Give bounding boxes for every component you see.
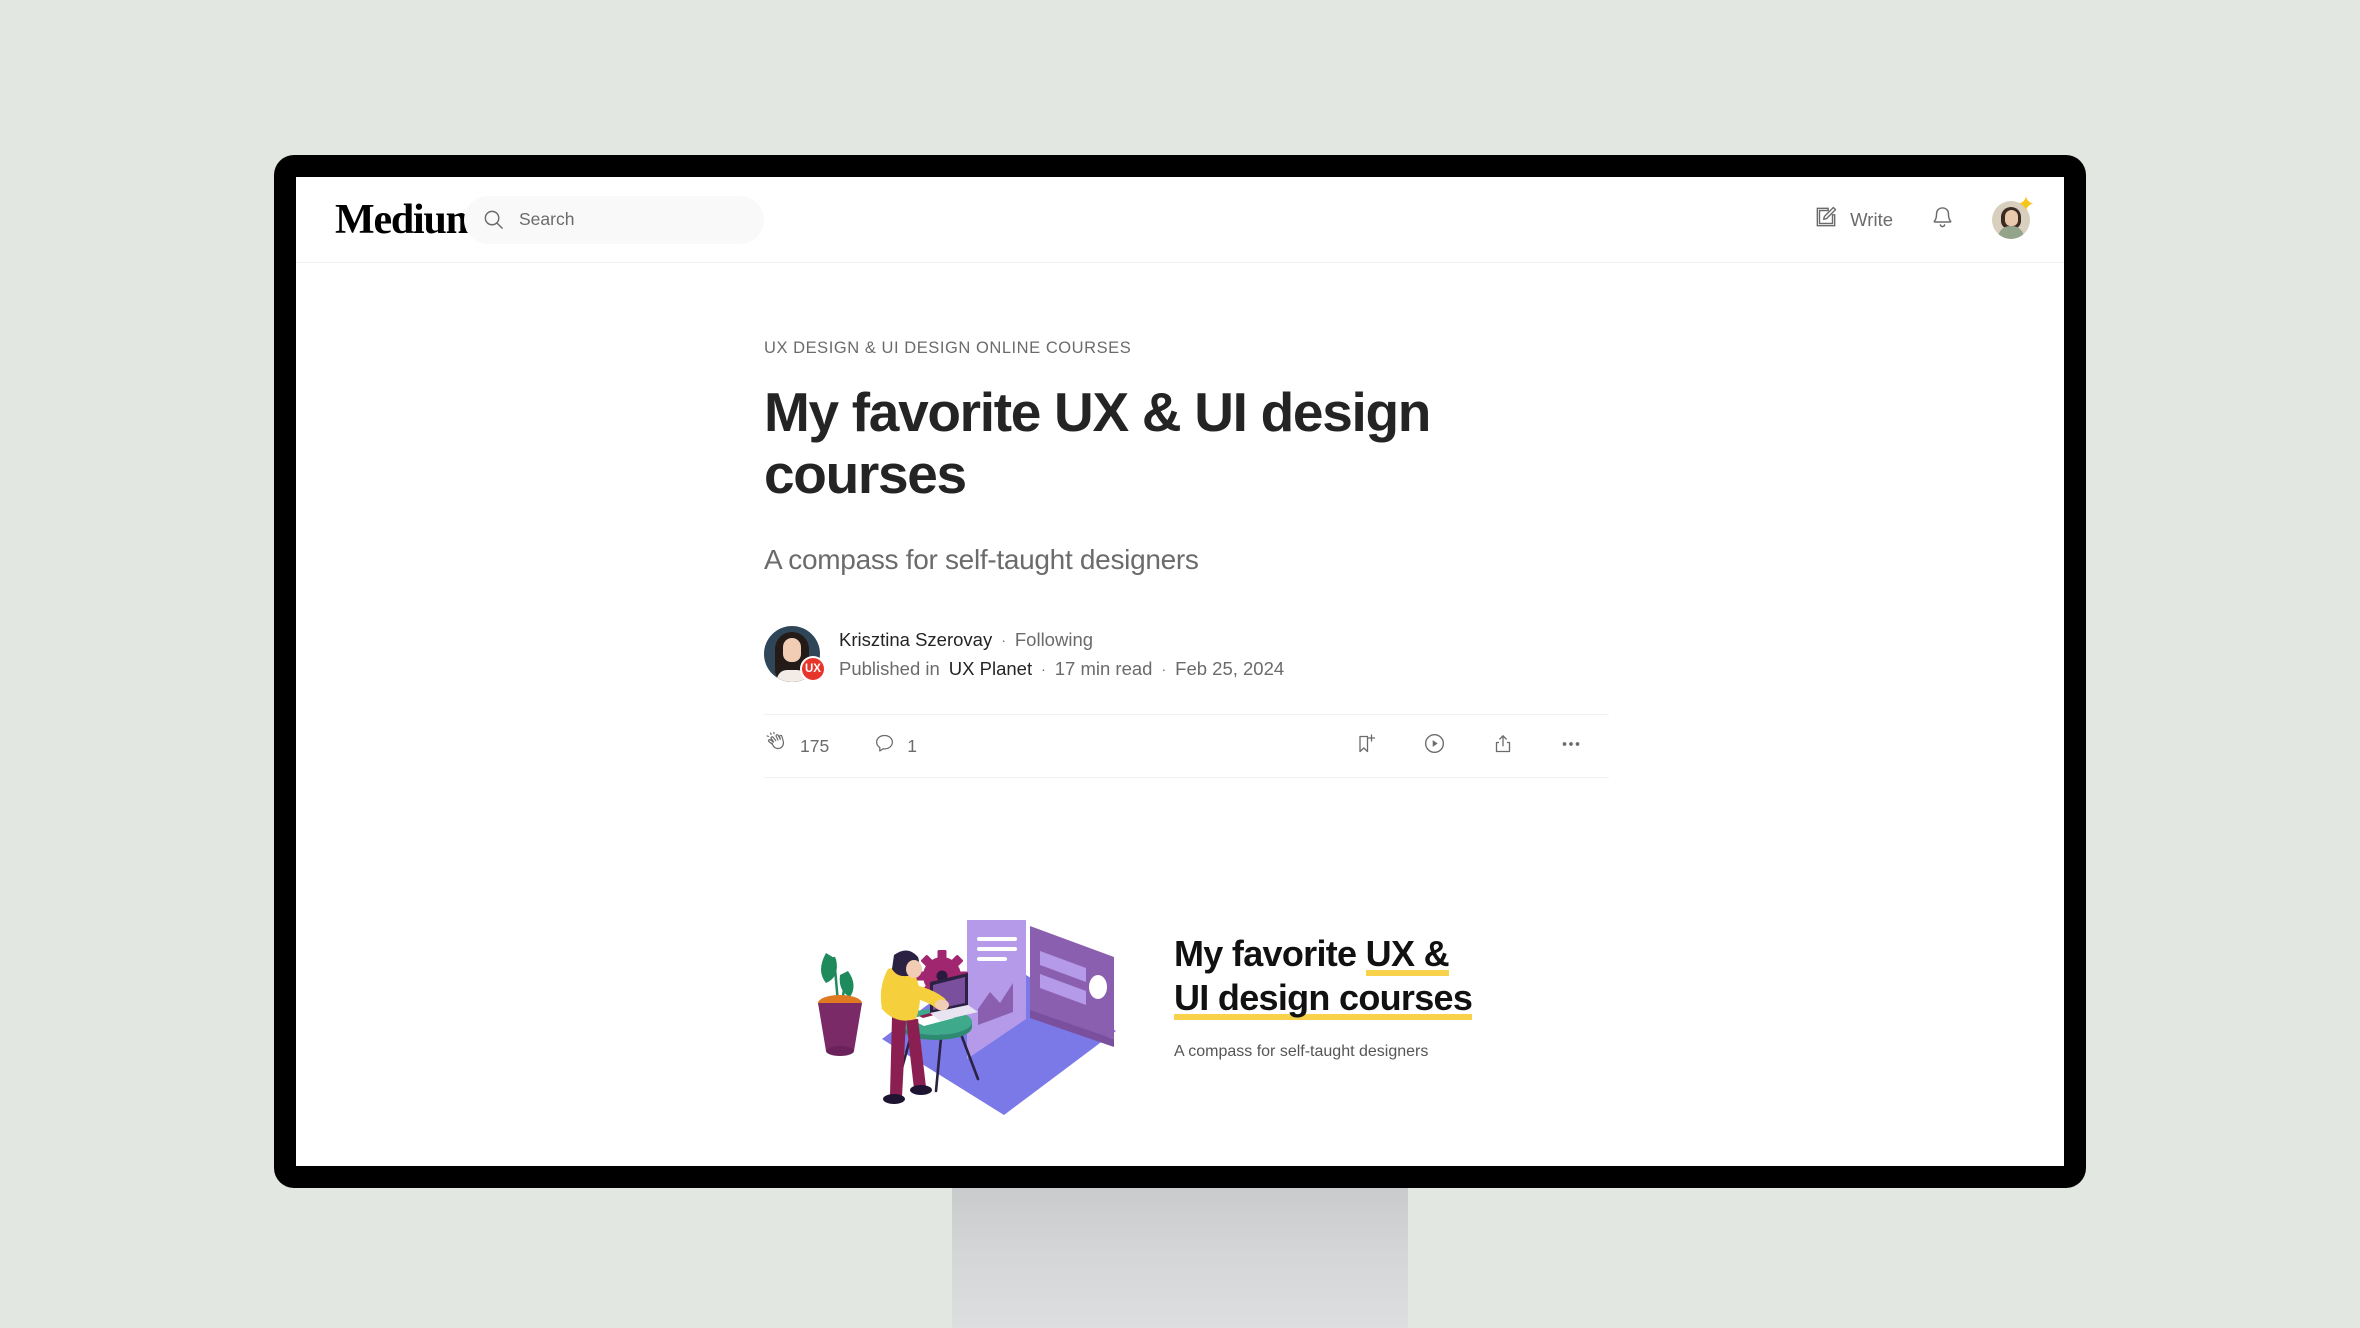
author-avatar-face: [783, 638, 801, 663]
byline: UX Krisztina Szerovay · Following Publis…: [764, 626, 1609, 683]
comment-count: 1: [907, 735, 917, 756]
site-header: Medium Search Write: [296, 177, 2064, 263]
byline-row-author: Krisztina Szerovay · Following: [839, 629, 1284, 651]
share-button[interactable]: [1491, 732, 1515, 761]
illustration-svg: [818, 920, 1116, 1116]
clap-icon: [764, 731, 789, 761]
avatar-body: [1998, 225, 2024, 239]
bookmark-add-icon: [1354, 732, 1378, 761]
publication-badge[interactable]: UX: [800, 656, 826, 683]
clap-count: 175: [800, 735, 830, 756]
hero-title-highlight-1: UX &: [1365, 932, 1450, 976]
article-action-bar: 175 1: [764, 714, 1609, 779]
more-horizontal-icon: [1559, 732, 1583, 761]
search-icon: [482, 208, 505, 231]
hero-title-highlight-2: UI design courses: [1174, 977, 1473, 1021]
comment-icon: [873, 732, 896, 760]
search-input[interactable]: [519, 209, 746, 230]
monitor-stand: [952, 1185, 1408, 1328]
bell-icon: [1929, 204, 1956, 236]
author-name-link[interactable]: Krisztina Szerovay: [839, 629, 992, 651]
follow-button[interactable]: Following: [1015, 629, 1093, 651]
share-icon: [1491, 732, 1515, 761]
write-pencil-icon: [1813, 204, 1839, 235]
isometric-desk-illustration: [764, 879, 1154, 1129]
published-in-label: Published in: [839, 657, 940, 679]
hero-text-block: My favorite UX & UI design courses A com…: [1154, 932, 1609, 1077]
byline-separator: ·: [1001, 631, 1006, 648]
write-label: Write: [1850, 208, 1893, 230]
header-actions: Write: [1813, 195, 2034, 239]
byline-row-meta: Published in UX Planet · 17 min read · F…: [839, 658, 1284, 680]
listen-button[interactable]: [1422, 731, 1447, 761]
avatar-face: [2004, 209, 2018, 226]
hero-title-plain: My favorite: [1174, 932, 1366, 974]
user-avatar-button[interactable]: [1992, 195, 2034, 239]
hero-title: My favorite UX & UI design courses: [1174, 932, 1609, 1021]
plant: [818, 953, 862, 1057]
write-button[interactable]: Write: [1813, 204, 1893, 235]
play-circle-icon: [1422, 731, 1447, 761]
monitor-screen: Medium Search Write UX DESIGN & UI DESIG…: [296, 177, 2064, 1166]
article-kicker: UX DESIGN & UI DESIGN ONLINE COURSES: [764, 339, 1132, 357]
hero-subtitle: A compass for self-taught designers: [1174, 1043, 1429, 1061]
article-body: UX DESIGN & UI DESIGN ONLINE COURSES My …: [296, 263, 2064, 1134]
monitor-bezel: Medium Search Write UX DESIGN & UI DESIG…: [274, 155, 2086, 1188]
notifications-button[interactable]: [1929, 204, 1956, 236]
comment-button[interactable]: 1: [873, 732, 917, 760]
page-title: My favorite UX & UI design courses: [764, 381, 1431, 505]
action-bar-right: [1354, 731, 1609, 761]
article-content-column: UX DESIGN & UI DESIGN ONLINE COURSES My …: [764, 339, 1609, 1134]
medium-logo[interactable]: Medium: [335, 199, 481, 241]
search-box[interactable]: [464, 195, 764, 244]
byline-text: Krisztina Szerovay · Following Published…: [839, 629, 1284, 680]
star-badge-icon: [2017, 195, 2035, 213]
hero-figure: My favorite UX & UI design courses A com…: [764, 874, 1609, 1134]
author-avatar-link[interactable]: UX: [764, 626, 826, 683]
publish-date: Feb 25, 2024: [1175, 657, 1285, 679]
bookmark-button[interactable]: [1354, 732, 1378, 761]
publication-link[interactable]: UX Planet: [949, 658, 1032, 680]
byline-separator-3: ·: [1161, 660, 1167, 677]
article-subtitle: A compass for self-taught designers: [764, 544, 1199, 576]
more-options-button[interactable]: [1559, 732, 1583, 761]
action-bar-left: 175 1: [764, 731, 917, 761]
medium-article-page: Medium Search Write UX DESIGN & UI DESIG…: [296, 177, 2064, 1166]
read-time: 17 min read: [1054, 657, 1153, 679]
byline-separator-2: ·: [1041, 660, 1046, 677]
clap-button[interactable]: 175: [764, 731, 829, 761]
